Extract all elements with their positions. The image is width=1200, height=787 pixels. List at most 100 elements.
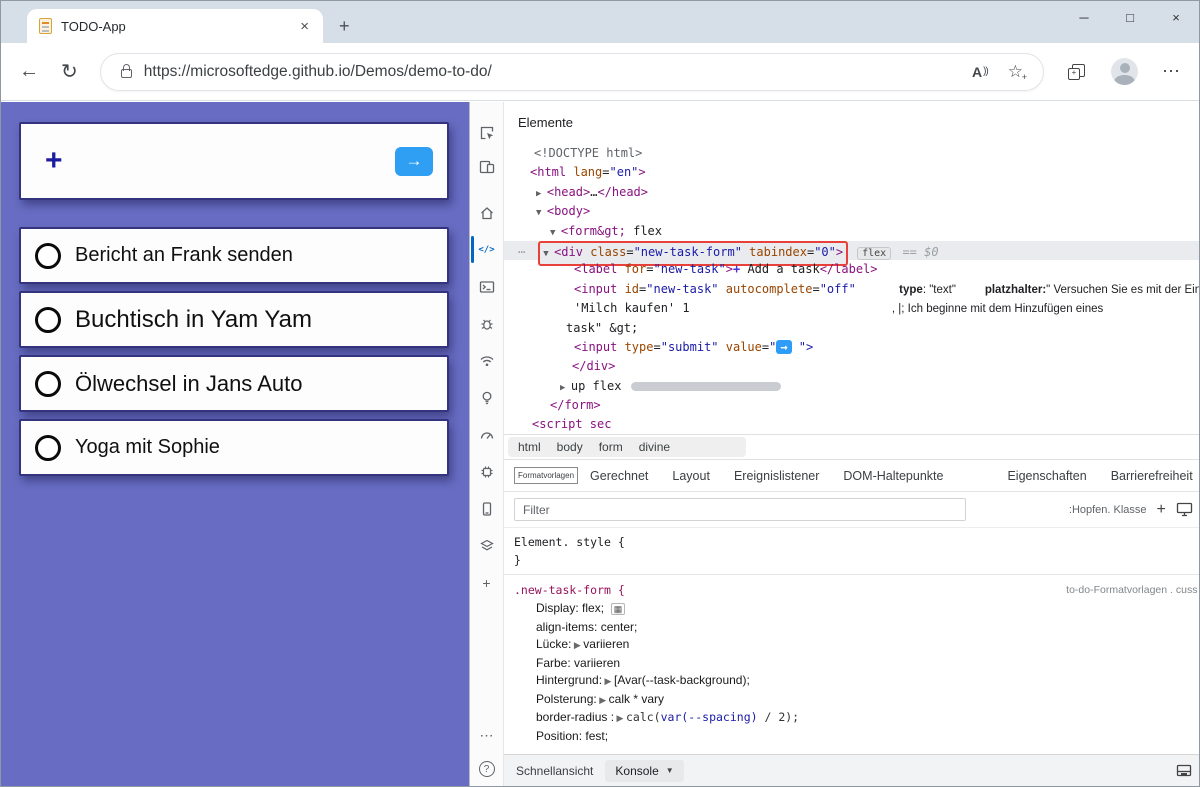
dom-token: = xyxy=(646,262,653,276)
dom-token: autocomplete xyxy=(726,282,813,296)
new-task-input[interactable] xyxy=(73,151,385,172)
css-token: calc( xyxy=(626,710,661,724)
tab-title: TODO-App xyxy=(61,19,296,34)
task-item[interactable]: Buchtisch in Yam Yam xyxy=(19,291,449,348)
breadcrumb-item[interactable]: divine xyxy=(639,440,670,454)
css-line[interactable]: border-radius : ▶ calc(var(--spacing) / … xyxy=(504,709,1200,728)
help-icon[interactable]: ? xyxy=(470,752,503,786)
more-tools-icon[interactable]: ⋯ xyxy=(470,718,503,752)
css-token: center; xyxy=(597,620,637,634)
elements-icon[interactable]: </> xyxy=(470,231,503,268)
style-tab-6[interactable]: Barrierefreiheit xyxy=(1111,469,1193,483)
lightbulb-icon[interactable] xyxy=(470,379,503,416)
home-icon[interactable] xyxy=(470,194,503,231)
task-item[interactable]: Yoga mit Sophie xyxy=(19,419,449,476)
new-tab-button[interactable]: + xyxy=(339,17,350,35)
lock-icon[interactable] xyxy=(121,69,132,78)
dom-tree-node[interactable]: </div> xyxy=(504,357,1200,376)
dom-tree-node[interactable]: <!DOCTYPE html> xyxy=(504,144,1200,163)
dom-tree-node[interactable]: <input id="new-task" autocomplete="off" … xyxy=(504,280,1200,299)
css-line[interactable]: Hintergrund: ▶ [Avar(--task-background); xyxy=(504,672,1200,691)
dom-token: > xyxy=(638,165,645,179)
style-tab-2[interactable]: Layout xyxy=(672,469,710,483)
pseudo-class-label[interactable]: :Hopfen. Klasse xyxy=(1069,504,1147,516)
node-more-icon[interactable]: ⋯ xyxy=(518,245,526,259)
breadcrumb-item[interactable]: form xyxy=(599,440,623,454)
submit-arrow-glyph: → xyxy=(776,340,791,354)
flex-badge[interactable]: flex xyxy=(857,247,891,260)
task-item[interactable]: Bericht an Frank senden xyxy=(19,227,449,284)
performance-icon[interactable] xyxy=(470,416,503,453)
task-checkbox[interactable] xyxy=(35,243,61,269)
layers-icon[interactable] xyxy=(470,527,503,564)
dom-token: up flex xyxy=(571,379,622,393)
dom-tree-node[interactable]: 'Milch kaufen' 1 , |; Ich beginne mit de… xyxy=(504,299,1200,318)
application-icon[interactable] xyxy=(470,490,503,527)
dom-tree-node[interactable]: ▼ <form&gt; flex xyxy=(504,222,1200,241)
cpu-icon[interactable] xyxy=(470,453,503,490)
style-tab-5[interactable]: Eigenschaften xyxy=(1007,469,1086,483)
maximize-button[interactable]: □ xyxy=(1107,1,1153,33)
css-line[interactable]: .new-task-form {to-do-Formatvorlagen . c… xyxy=(504,580,1200,600)
css-line[interactable]: Polsterung: ▶ calk * vary xyxy=(504,691,1200,710)
breadcrumb-item[interactable]: html xyxy=(518,440,541,454)
inspect-icon[interactable] xyxy=(470,116,503,150)
dom-tree-node[interactable]: task" &gt; xyxy=(504,319,1200,338)
read-aloud-icon[interactable]: A)) xyxy=(972,64,988,80)
css-line[interactable]: } xyxy=(504,552,1200,570)
display-overlay-icon[interactable] xyxy=(1176,502,1193,517)
tab-close-icon[interactable]: × xyxy=(296,18,313,35)
dom-tree-node[interactable]: <script sec xyxy=(504,415,1200,434)
dom-tree-node[interactable]: <html lang="en"> xyxy=(504,163,1200,182)
css-line[interactable]: Lücke: ▶ variieren xyxy=(504,636,1200,655)
style-tab-1[interactable]: Gerechnet xyxy=(590,469,648,483)
add-task-button[interactable]: → xyxy=(395,147,433,176)
css-line[interactable]: align-items: center; xyxy=(504,619,1200,637)
dom-tree-node[interactable]: ⋯▼ <div class="new-task-form" tabindex="… xyxy=(504,241,1200,260)
debug-icon[interactable] xyxy=(470,305,503,342)
network-icon[interactable] xyxy=(470,342,503,379)
css-line[interactable]: Element. style { xyxy=(504,534,1200,552)
url-text[interactable]: https://microsoftedge.github.io/Demos/de… xyxy=(144,63,972,81)
back-icon[interactable]: ← xyxy=(19,60,39,83)
dom-tree-node[interactable]: ▼ <body> xyxy=(504,202,1200,221)
css-line[interactable]: Display: flex; ▦ xyxy=(504,600,1200,619)
dom-tree-node[interactable]: ▶ <head>…</head> xyxy=(504,183,1200,202)
address-bar[interactable]: https://microsoftedge.github.io/Demos/de… xyxy=(100,53,1044,91)
dom-tree-node[interactable]: </form> xyxy=(504,396,1200,415)
profile-avatar[interactable] xyxy=(1111,58,1138,85)
new-style-rule-icon[interactable]: + xyxy=(1157,501,1166,519)
style-tab-4[interactable]: DOM-Haltepunkte xyxy=(843,469,943,483)
close-button[interactable]: × xyxy=(1153,1,1199,33)
quickview-panel-icon[interactable] xyxy=(1176,764,1192,777)
breadcrumb-item[interactable]: body xyxy=(557,440,583,454)
style-tab-0[interactable]: Formatvorlagen xyxy=(514,467,578,484)
dom-tree-node[interactable]: <input type="submit" value="→ "> xyxy=(504,338,1200,357)
refresh-icon[interactable]: ↻ xyxy=(61,59,78,84)
add-tools-icon[interactable]: + xyxy=(470,564,503,601)
dom-token: ▼ xyxy=(543,249,554,259)
css-line[interactable]: Farbe: variieren xyxy=(504,655,1200,673)
minimize-button[interactable]: ─ xyxy=(1061,1,1107,33)
task-item[interactable]: Ölwechsel in Jans Auto xyxy=(19,355,449,412)
device-emulation-icon[interactable] xyxy=(470,150,503,184)
css-token: ▶ xyxy=(571,640,583,650)
console-icon[interactable] xyxy=(470,268,503,305)
style-tab-3[interactable]: Ereignislistener xyxy=(734,469,819,483)
console-quickview-tab[interactable]: Konsole ▼ xyxy=(605,760,683,782)
stylesheet-link[interactable]: to-do-Formatvorlagen . cuss : 13 xyxy=(1066,582,1200,600)
dom-tree-node[interactable]: ▶ up flex xyxy=(504,377,1200,396)
task-checkbox[interactable] xyxy=(35,435,61,461)
collections-icon[interactable] xyxy=(1068,64,1085,79)
task-checkbox[interactable] xyxy=(35,371,61,397)
task-checkbox[interactable] xyxy=(35,307,61,333)
browser-tab[interactable]: TODO-App × xyxy=(27,9,323,43)
css-line[interactable]: Position: fest; xyxy=(504,728,1200,746)
add-favorite-icon[interactable]: ☆ xyxy=(1008,62,1023,82)
dom-token: <head> xyxy=(547,185,590,199)
css-token: ▶ xyxy=(597,695,609,705)
dom-tree-node[interactable]: <label for="new-task">+ Add a task</labe… xyxy=(504,260,1200,279)
styles-filter-input[interactable] xyxy=(514,498,966,521)
dom-token: 'Milch kaufen' 1 xyxy=(574,301,690,315)
settings-more-icon[interactable]: ⋯ xyxy=(1162,61,1181,82)
